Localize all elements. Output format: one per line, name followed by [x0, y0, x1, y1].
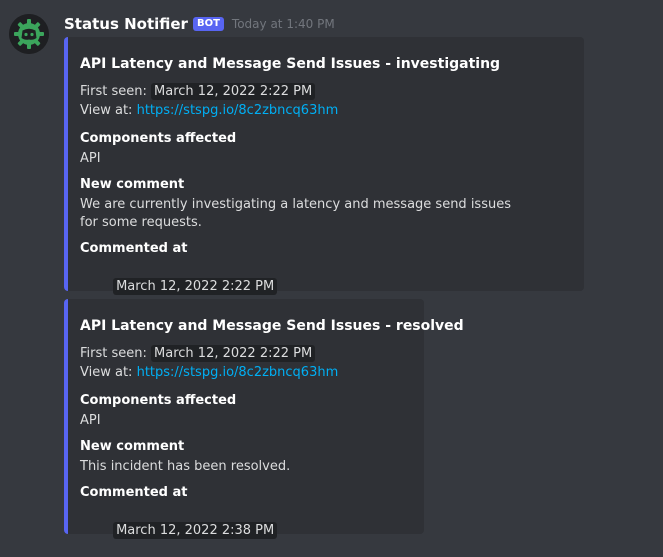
- comment-label: New comment: [80, 177, 185, 192]
- comment-value: We are currently investigating a latency…: [80, 197, 516, 230]
- status-embed-investigating: API Latency and Message Send Issues - in…: [64, 37, 584, 295]
- components-field: Components affected API: [80, 392, 408, 430]
- message-header: Status Notifier BOT Today at 1:40 PM: [64, 14, 335, 34]
- view-at-line: View at: https://stspg.io/8c2zbncq63hm: [80, 363, 408, 382]
- avatar[interactable]: [9, 14, 49, 54]
- components-label: Components affected: [80, 131, 237, 146]
- commented-at-label: Commented at: [80, 485, 188, 500]
- first-seen-label: First seen:: [80, 346, 147, 361]
- message: Status Notifier BOT Today at 1:40 PM API…: [0, 0, 663, 557]
- username[interactable]: Status Notifier: [64, 14, 188, 34]
- incident-link[interactable]: https://stspg.io/8c2zbncq63hm: [137, 365, 339, 380]
- components-value: API: [80, 413, 101, 428]
- embed-title: API Latency and Message Send Issues - in…: [80, 56, 501, 72]
- comment-value: This incident has been resolved.: [80, 459, 291, 474]
- view-at-line: View at: https://stspg.io/8c2zbncq63hm: [80, 101, 568, 120]
- commented-at-value: March 12, 2022 2:22 PM: [113, 278, 278, 295]
- comment-field: New comment This incident has been resol…: [80, 438, 408, 476]
- first-seen-value: March 12, 2022 2:22 PM: [151, 345, 316, 362]
- components-value: API: [80, 151, 101, 166]
- incident-link[interactable]: https://stspg.io/8c2zbncq63hm: [137, 103, 339, 118]
- first-seen-value: March 12, 2022 2:22 PM: [151, 83, 316, 100]
- components-label: Components affected: [80, 393, 237, 408]
- status-embed-resolved: API Latency and Message Send Issues - re…: [64, 299, 464, 539]
- commented-at-value: March 12, 2022 2:38 PM: [113, 522, 278, 539]
- first-seen-line: First seen: March 12, 2022 2:22 PM: [80, 344, 408, 363]
- components-field: Components affected API: [80, 130, 568, 168]
- message-timestamp[interactable]: Today at 1:40 PM: [232, 14, 335, 34]
- comment-field: New comment We are currently investigati…: [80, 176, 568, 232]
- bot-badge: BOT: [192, 17, 224, 31]
- view-at-label: View at:: [80, 365, 133, 380]
- comment-label: New comment: [80, 439, 185, 454]
- first-seen-line: First seen: March 12, 2022 2:22 PM: [80, 82, 568, 101]
- commented-at-wrapper: March 12, 2022 2:38 PM: [80, 504, 408, 557]
- view-at-label: View at:: [80, 103, 133, 118]
- first-seen-label: First seen:: [80, 84, 147, 99]
- commented-at-label: Commented at: [80, 241, 188, 256]
- discord-logo-icon: [9, 14, 49, 54]
- commented-at-field: Commented at March 12, 2022 2:38 PM: [80, 484, 408, 557]
- embed-title: API Latency and Message Send Issues - re…: [80, 318, 464, 334]
